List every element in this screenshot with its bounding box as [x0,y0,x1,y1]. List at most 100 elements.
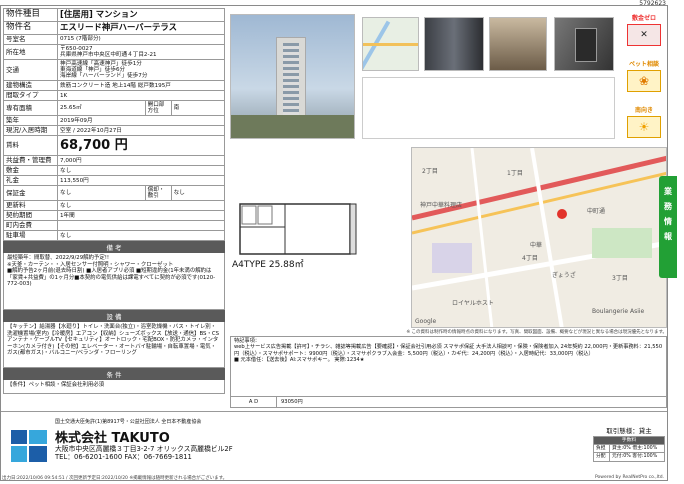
map-label: ロイヤルホスト [452,300,494,307]
floorplan-image[interactable]: A4TYPE 25.88㎡ [230,199,360,269]
detail-value: エスリード神戸ハーバーテラス [57,21,225,35]
detail-value: なし [57,165,225,177]
fee-table: 手数料 負担 貸主:0% 借主:100% 分配 元付:0% 客付:100% [593,435,666,462]
detail-value: なし [57,185,146,202]
detail-row: 共益費・管理費 7,000円 [3,155,225,167]
detail-row: 更新料 なし [3,200,225,212]
detail-row: 間取タイプ 1K [3,90,225,102]
detail-value [57,220,225,232]
fee-split-label: 分配 [593,452,610,462]
detail-value: 25.65㎡ [57,100,146,117]
company-name: 株式会社 TAKUTO [55,431,170,446]
detail-value: 鉄筋コンクリート造 地上14階 総戸数195戸 [57,80,225,92]
detail-row: 交通 神戸高速線「高速神戸」徒歩1分 東海道線「神戸」徒歩6分 海岸線「ハーバーラ… [3,59,225,82]
detail-label: 所在地 [3,44,58,61]
company-phone: TEL：06-6201-1600 FAX：06-7669-1811 [55,453,192,462]
detail-label: 駐車場 [3,230,58,242]
detail-value: 113,550円 [57,175,225,187]
sun-icon: ☀ [627,116,661,138]
company-logo-icon [11,430,47,462]
detail-value: なし [170,185,226,202]
transaction-type: 取引態様：貸主 手数料 負担 貸主:0% 借主:100% 分配 元付:0% 客付:1… [593,425,666,462]
floorplan-type-label: A4TYPE 25.88㎡ [232,257,304,269]
detail-value: [住居用] マンション [57,8,225,22]
detail-value: 1年間 [57,210,225,222]
detail-row: 駐車場 なし [3,230,225,242]
detail-row: 建物構造 鉄筋コンクリート造 地上14階 総戸数195戸 [3,80,225,92]
fee-burden-label: 負担 [593,444,610,454]
building-photo[interactable] [230,14,355,139]
detail-value: 0715 (7階部分) [57,33,225,46]
thumbnail-entrance[interactable] [424,17,484,71]
conditions-header: 条 件 [3,368,225,381]
badge-south-label: 南向き [634,107,653,114]
detail-value: なし [57,230,225,242]
conditions-text: 【条件】ペット相談・保証会社利用必須 [3,380,225,395]
detail-label: 間取タイプ [3,90,58,102]
detail-label: 号室名 [3,33,58,46]
ad-fee-row: A D 93050円 [231,396,666,407]
details-table: 物件種目 [住居用] マンション 物件名 エスリード神戸ハーバーテラス 号室名 0715 … [3,8,226,242]
no-deposit-icon: ✕ [627,24,661,46]
detail-label: 礼金 [3,175,58,187]
output-date: 出力日:2022/10/06 09:54:51 / 次回更新予定日:2022/1… [2,476,228,481]
media-panel: 敷金ゼロ ✕ ペット相談 ❀ 南向き ☀ A4TYPE 25.88㎡ 2丁目 1丁… [230,9,667,410]
detail-value: 南 [170,100,226,117]
transaction-title: 取引態様：貸主 [606,427,652,435]
map-label: 4丁目 [522,255,538,262]
detail-label: 更新料 [3,200,58,212]
map-label: 2丁目 [422,168,438,175]
detail-value: 〒650-0027 兵庫県神戸市中央区中町通４丁目2-21 [57,44,225,61]
property-details: 物件種目 [住居用] マンション 物件名 エスリード神戸ハーバーテラス 号室名 0715 … [3,8,226,395]
ad-fee-label: A D [231,397,277,407]
badge-no-deposit: 敷金ゼロ ✕ [623,13,665,46]
badge-pet-label: ペット相談 [628,61,659,68]
detail-value: なし [57,200,225,212]
business-info-char: 情 [664,217,672,226]
disclaimer: ※ この資料は制作時の情報時点の資料になります。写真、間取図面、設備、概要などが… [406,330,667,335]
photo-slot-empty [362,77,615,139]
detail-label: 現況/入居時期 [3,125,58,137]
thumbnail-map[interactable] [362,17,419,71]
detail-label: 共益費・管理費 [3,155,58,167]
business-info-tab[interactable]: 業務情報 [659,176,677,278]
detail-label: 建物構造 [3,80,58,92]
map-label: 3丁目 [612,275,628,282]
map-label: 中華 [530,242,543,249]
detail-row: 契約期間 1年間 [3,210,225,222]
paw-icon: ❀ [627,70,661,92]
badge-no-deposit-label: 敷金ゼロ [631,15,656,22]
detail-row: 号室名 0715 (7階部分) [3,33,225,46]
ad-fee-value: 93050円 [281,399,303,405]
detail-value: 2019年09月 [57,115,225,127]
map-label: ぎょうざ [552,272,576,279]
company-contact: 大阪市中央区高麗橋３丁目3-2-7 オリックス高麗橋ビル2F TEL：06-62… [55,445,233,462]
remarks-header: 備 考 [3,241,225,254]
thumbnail-sign[interactable] [554,17,614,71]
location-map[interactable]: 2丁目 1丁目 神戸中華料理店 中華 中町通 3丁目 ロイヤルホスト Boulangerie … [411,147,667,328]
property-sheet: 物件種目 [住居用] マンション 物件名 エスリード神戸ハーバーテラス 号室名 0715 … [0,5,677,481]
thumbnail-lobby[interactable] [489,17,547,71]
business-info-char: 務 [664,202,672,211]
map-label: 中町通 [587,208,606,215]
detail-label: 償却・敷引 [144,185,172,202]
powered-by: Powered by RealNetPro co.,ltd. [595,475,664,480]
fee-header: 手数料 [593,435,665,446]
badge-south-facing: 南向き ☀ [623,105,665,138]
fee-split-value: 元付:0% 客付:100% [608,452,666,462]
detail-label: 賃料 [3,135,58,157]
detail-value: 7,000円 [57,155,225,167]
map-label: Boulangerie Asiie [592,308,645,315]
detail-row: 物件種目 [住居用] マンション [3,8,225,22]
detail-row: 敷金 なし [3,165,225,177]
rent-value: 68,700 円 [57,135,225,157]
detail-row: 礼金 113,550円 [3,175,225,187]
detail-row: 町内会費 [3,220,225,232]
detail-value: 1K [57,90,225,102]
company-footer: 国土交通大臣免許(1)第8917号・公益社団法人 全日本不動産協会 株式会社 T… [1,411,667,474]
detail-row: 専有面積 25.65㎡ 開口部方位南 [3,100,226,117]
detail-label: 開口部方位 [144,100,172,117]
detail-label: 専有面積 [3,100,58,117]
detail-value: 神戸高速線「高速神戸」徒歩1分 東海道線「神戸」徒歩6分 海岸線「ハーバーランド… [57,59,225,82]
detail-row: 現況/入居時期 空室 / 2022年10月27日 [3,125,225,137]
